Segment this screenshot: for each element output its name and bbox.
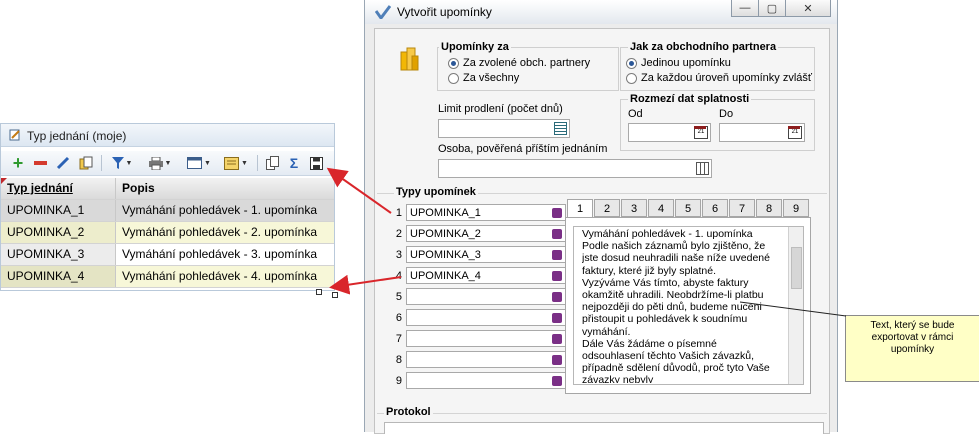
callout-leader-line (739, 301, 847, 317)
arrow-toolbar (326, 167, 392, 214)
arrow-grid (329, 274, 402, 295)
annotation-arrows (326, 167, 847, 317)
